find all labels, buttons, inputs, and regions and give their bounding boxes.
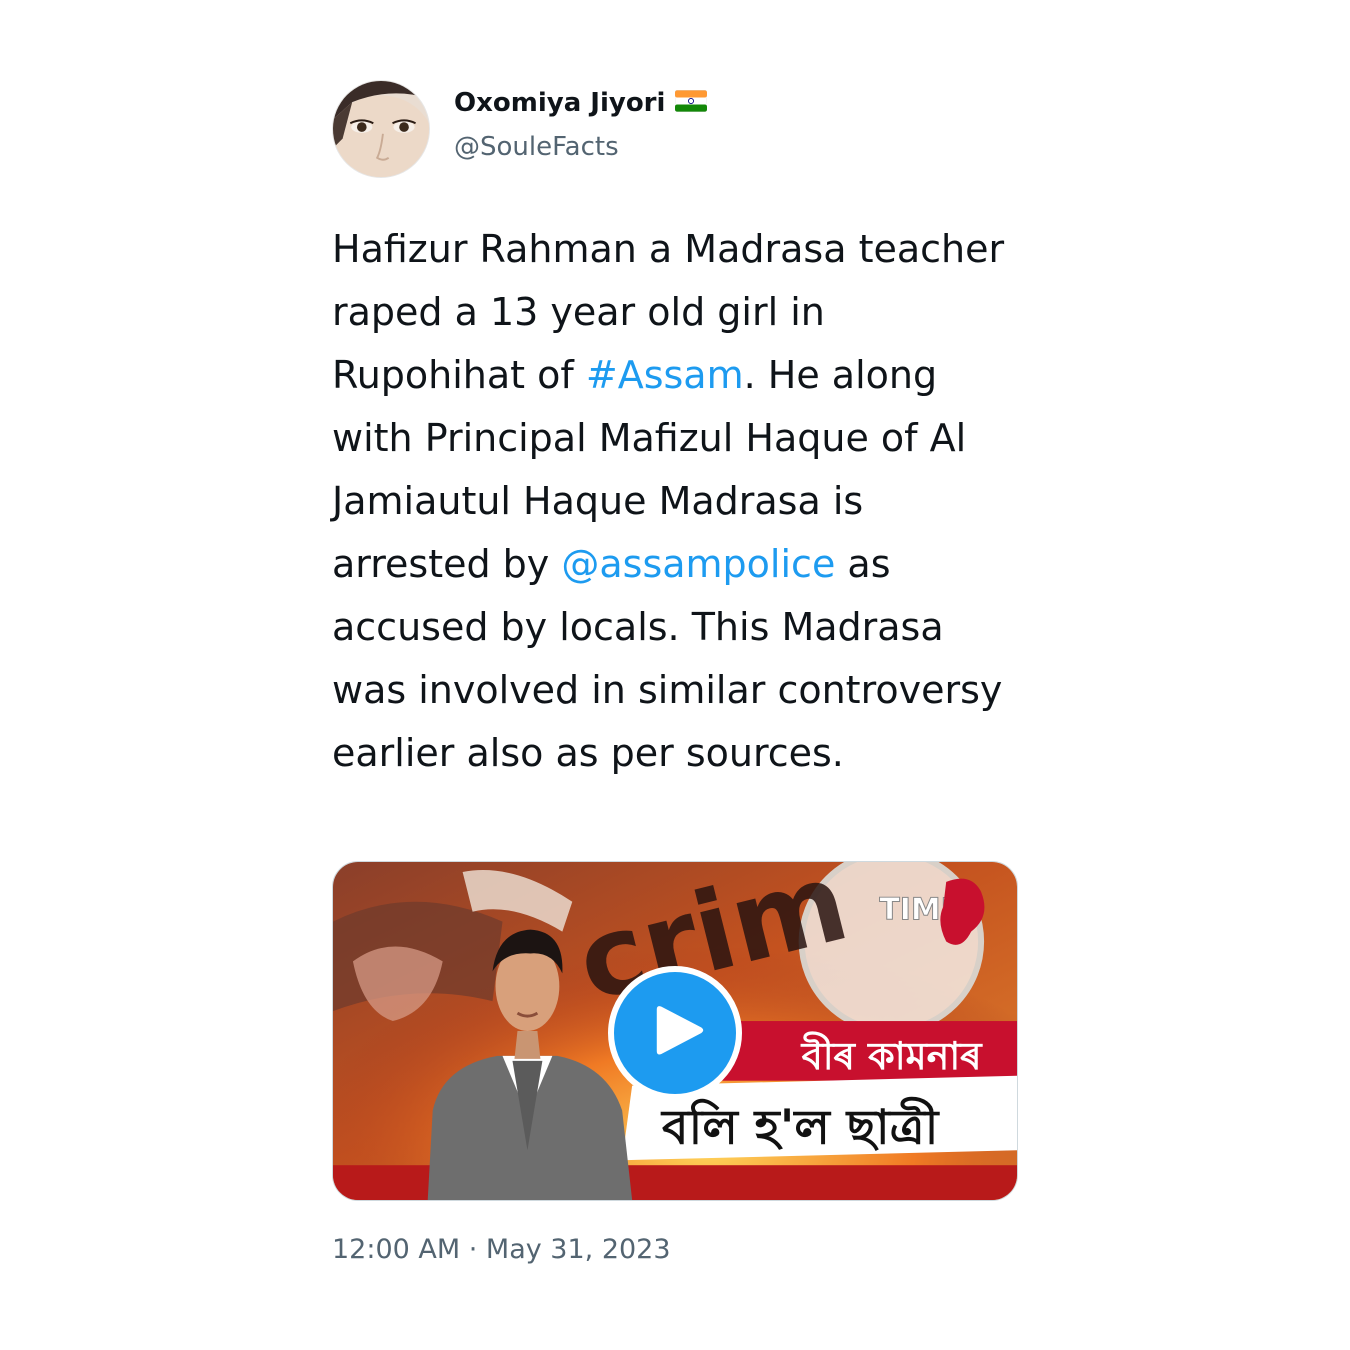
play-button[interactable] xyxy=(608,966,742,1100)
tweet-text: Hafizur Rahman a Madrasa teacher raped a… xyxy=(332,218,1022,785)
avatar[interactable] xyxy=(332,80,430,178)
mention-link[interactable]: @assampolice xyxy=(561,542,835,586)
tweet-header: Oxomiya Jiyori @SouleFacts xyxy=(332,78,1022,180)
avatar-image xyxy=(333,81,429,177)
video-headline-line1: বীৰ কামনাৰ xyxy=(800,1031,984,1078)
play-icon xyxy=(656,1006,704,1055)
tweet-card: Oxomiya Jiyori @SouleFacts Hafizur Rahma… xyxy=(332,78,1022,1265)
hashtag-link[interactable]: #Assam xyxy=(586,353,744,397)
india-flag-icon xyxy=(675,89,708,112)
video-headline-line2: বলি হ'ল ছাত্ৰী xyxy=(660,1095,941,1155)
handle[interactable]: @SouleFacts xyxy=(454,132,619,162)
tweet-timestamp[interactable]: 12:00 AM · May 31, 2023 xyxy=(332,1234,671,1265)
display-name[interactable]: Oxomiya Jiyori xyxy=(454,88,708,118)
video-player[interactable]: crim TIME8 বীৰ কামনাৰ বলি হ'ল ছাত্ৰী xyxy=(332,861,1018,1201)
display-name-text: Oxomiya Jiyori xyxy=(454,88,666,118)
